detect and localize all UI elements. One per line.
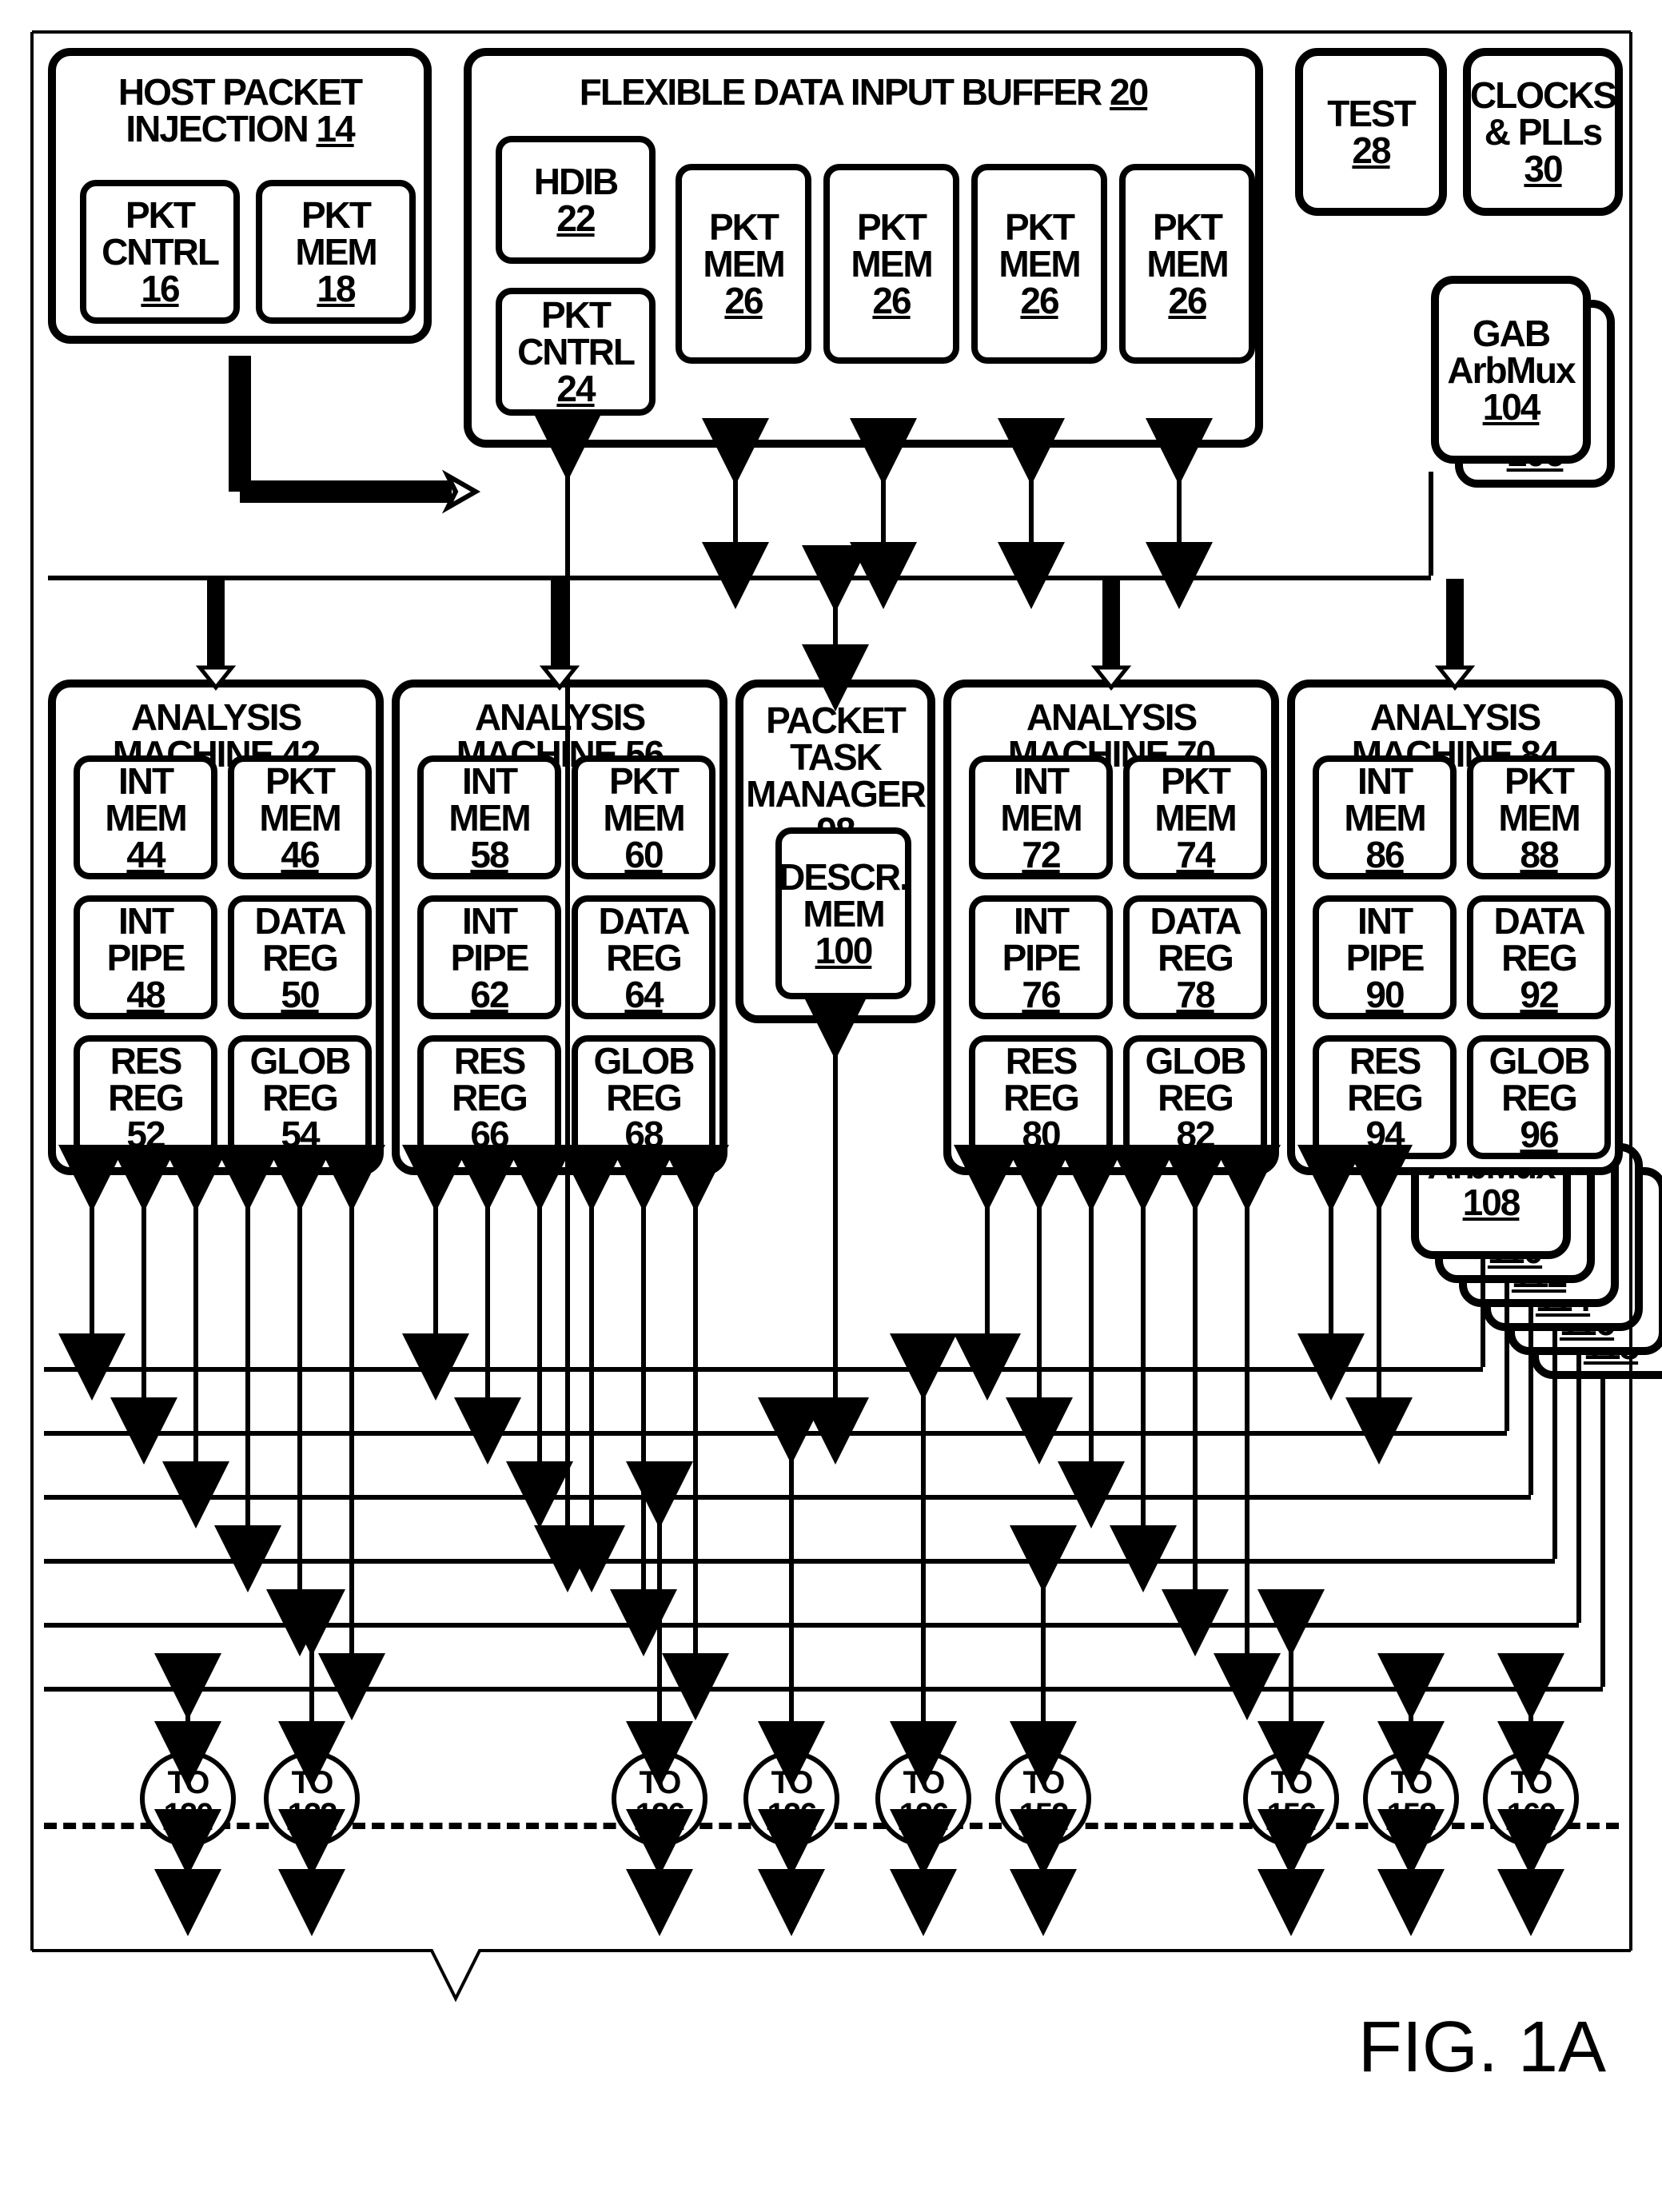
am42-pkt-mem: PKT MEM46: [228, 755, 372, 879]
am56-res-reg: RES REG66: [417, 1035, 561, 1159]
am70-int-pipe: INT PIPE76: [969, 895, 1113, 1019]
am56-data-reg: DATA REG64: [572, 895, 715, 1019]
offpage-158: TO158: [1363, 1751, 1459, 1847]
am70-data-reg: DATA REG78: [1123, 895, 1267, 1019]
descr-mem-100: DESCR.MEM100: [775, 827, 911, 999]
host-packet-injection-block: HOST PACKET INJECTION 14 PKT CNTRL16 PKT…: [48, 48, 432, 344]
am42-glob-reg: GLOB REG54: [228, 1035, 372, 1159]
bus-3: [44, 1495, 1531, 1500]
fdib-title: FLEXIBLE DATA INPUT BUFFER 20: [472, 74, 1255, 110]
pkt-mem-18: PKT MEM18: [256, 180, 416, 324]
am56-pkt-mem: PKT MEM60: [572, 755, 715, 879]
pkt-mem-26-2: PKT MEM26: [823, 164, 959, 364]
pkt-cntrl-24: PKT CNTRL24: [496, 288, 656, 416]
am42-data-reg: DATA REG50: [228, 895, 372, 1019]
am42-res-reg: RES REG52: [74, 1035, 217, 1159]
figure-label: FIG. 1A: [1358, 2007, 1606, 2089]
offpage-122: TO122: [264, 1751, 360, 1847]
offpage-120: TO120: [140, 1751, 236, 1847]
am70-glob-reg: GLOB REG82: [1123, 1035, 1267, 1159]
pkt-mem-26-1: PKT MEM26: [676, 164, 811, 364]
test-block: TEST28: [1295, 48, 1447, 216]
pkt-mem-26-3: PKT MEM26: [971, 164, 1107, 364]
analysis-machine-56: ANALYSIS MACHINE 56 INT MEM58 PKT MEM60 …: [392, 680, 727, 1175]
am56-int-mem: INT MEM58: [417, 755, 561, 879]
am84-int-mem: INT MEM86: [1313, 755, 1457, 879]
offpage-126c: TO126: [875, 1751, 971, 1847]
bus-4: [44, 1559, 1555, 1564]
bus-6: [44, 1687, 1603, 1692]
am70-int-mem: INT MEM72: [969, 755, 1113, 879]
gab-104: GABArbMux104: [1431, 276, 1591, 464]
offpage-160: TO160: [1483, 1751, 1579, 1847]
am84-data-reg: DATA REG92: [1467, 895, 1611, 1019]
bus-5: [44, 1623, 1579, 1628]
fdib-block: FLEXIBLE DATA INPUT BUFFER 20 HDIB22 PKT…: [464, 48, 1263, 448]
diagram-page: HOST PACKET INJECTION 14 PKT CNTRL16 PKT…: [0, 0, 1662, 2212]
bus-1: [44, 1367, 1483, 1372]
am70-pkt-mem: PKT MEM74: [1123, 755, 1267, 879]
am56-int-pipe: INT PIPE62: [417, 895, 561, 1019]
offpage-126b: TO126: [743, 1751, 839, 1847]
am84-int-pipe: INT PIPE90: [1313, 895, 1457, 1019]
analysis-machine-84: ANALYSIS MACHINE 84 INT MEM86 PKT MEM88 …: [1287, 680, 1623, 1175]
am84-glob-reg: GLOB REG96: [1467, 1035, 1611, 1159]
offpage-152: TO152: [995, 1751, 1091, 1847]
hdib-22: HDIB22: [496, 136, 656, 264]
am56-glob-reg: GLOB REG68: [572, 1035, 715, 1159]
am84-pkt-mem: PKT MEM88: [1467, 755, 1611, 879]
am84-res-reg: RES REG94: [1313, 1035, 1457, 1159]
am42-int-pipe: INT PIPE48: [74, 895, 217, 1019]
packet-task-manager: PACKET TASKMANAGER 98 DESCR.MEM100: [735, 680, 935, 1023]
host-inj-title: HOST PACKET INJECTION 14: [56, 74, 424, 147]
bus-upper: [48, 576, 1431, 580]
offpage-126a: TO126: [612, 1751, 707, 1847]
pkt-mem-26-4: PKT MEM26: [1119, 164, 1255, 364]
bus-2: [44, 1431, 1507, 1436]
analysis-machine-70: ANALYSIS MACHINE 70 INT MEM72 PKT MEM74 …: [943, 680, 1279, 1175]
am42-int-mem: INT MEM44: [74, 755, 217, 879]
pkt-cntrl-16: PKT CNTRL16: [80, 180, 240, 324]
analysis-machine-42: ANALYSIS MACHINE 42 INT MEM44 PKT MEM46 …: [48, 680, 384, 1175]
offpage-156: TO156: [1243, 1751, 1339, 1847]
clocks-block: CLOCKS& PLLs30: [1463, 48, 1623, 216]
am70-res-reg: RES REG80: [969, 1035, 1113, 1159]
